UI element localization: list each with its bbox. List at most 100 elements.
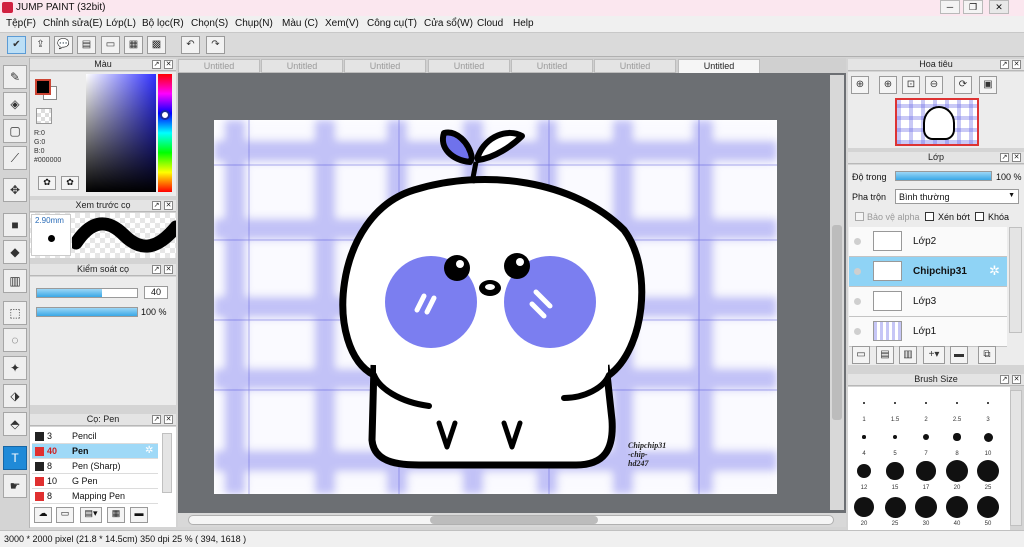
brush-size-slider[interactable] [36,288,138,298]
tab-untitled-3[interactable]: Untitled [344,59,426,73]
layer-row-selected[interactable]: Chipchip31 ✲ [849,257,1007,287]
menu-help[interactable]: Help [513,18,534,29]
menu-select[interactable]: Chọn(S) [191,18,228,29]
brush-size-dot[interactable] [983,432,993,442]
close-icon[interactable]: ✕ [164,265,173,274]
tab-untitled-2[interactable]: Untitled [261,59,343,73]
layer-row[interactable]: Lớp1 [849,317,1007,347]
menu-capture[interactable]: Chụp(N) [235,18,273,29]
undock-icon[interactable]: ↗ [1000,60,1009,69]
brush-item-pen[interactable]: 40 Pen ✲ [32,444,158,459]
brush-size-dot[interactable] [946,460,968,482]
brush-size-dot[interactable] [925,402,927,404]
menu-color[interactable]: Màu (C) [282,18,318,29]
menu-window[interactable]: Cửa sổ(W) [424,18,473,29]
tab-untitled-active[interactable]: Untitled [678,59,760,73]
rotate-icon[interactable]: ⟳ [954,76,972,94]
layer-row[interactable]: Lớp3 [849,287,1007,317]
brush-size-dot[interactable] [886,462,904,480]
fill-rect-tool-icon[interactable]: ■ [3,213,27,237]
transparent-swatch[interactable] [36,108,52,124]
reset-view-icon[interactable]: ▣ [979,76,997,94]
tab-untitled-6[interactable]: Untitled [594,59,676,73]
brush-size-dot[interactable] [892,434,898,440]
gear-icon[interactable]: ✲ [145,445,153,456]
brush-size-dot[interactable] [953,433,961,441]
clipping-checkbox[interactable] [925,212,934,221]
magic-wand-icon[interactable]: ✦ [3,356,27,380]
eraser-tool-icon[interactable]: ◈ [3,92,27,116]
zoom-in-icon[interactable]: ⊕ [851,76,869,94]
brush-size-dot[interactable] [946,496,968,518]
menu-file[interactable]: Tệp(F) [6,18,36,29]
menu-edit[interactable]: Chỉnh sửa(E) [43,18,103,29]
zoom-out-icon[interactable]: ⊖ [925,76,943,94]
zoom-in-2-icon[interactable]: ⊕ [879,76,897,94]
grid-icon[interactable]: ▩ [147,36,166,54]
undock-icon[interactable]: ↗ [1000,375,1009,384]
rect-tool-icon[interactable]: ▢ [3,119,27,143]
brush-size-dot[interactable] [862,435,866,439]
brush-size-dot[interactable] [856,463,872,479]
menu-tools[interactable]: Công cụ(T) [367,18,417,29]
brush-item-mapping-pen[interactable]: 8 Mapping Pen [32,489,158,504]
close-icon[interactable]: ✕ [1012,153,1021,162]
protect-alpha-checkbox[interactable] [855,212,864,221]
cloud-icon[interactable]: ✔ [7,36,26,54]
brush-tool-icon[interactable]: ✎ [3,65,27,89]
add-layer-menu-icon[interactable]: +▾ [923,346,945,364]
close-button[interactable]: ✕ [989,0,1009,14]
brush-settings-icon[interactable]: ▦ [107,507,125,523]
undo-button[interactable]: ↶ [181,36,200,54]
horizontal-scrollbar[interactable] [178,513,846,527]
brush-list-scrollbar[interactable] [162,433,172,493]
brush-item-g-pen[interactable]: 10 G Pen [32,474,158,489]
visibility-icon[interactable] [854,298,861,305]
bucket-tool-icon[interactable]: ◆ [3,240,27,264]
gear-icon[interactable]: ✲ [989,263,1000,279]
select-eraser-icon[interactable]: ⬘ [3,412,27,436]
undock-icon[interactable]: ↗ [152,60,161,69]
menu-view[interactable]: Xem(V) [325,18,359,29]
visibility-icon[interactable] [854,268,861,275]
fit-icon[interactable]: ⊡ [902,76,920,94]
menu-cloud[interactable]: Cloud [477,18,503,29]
brush-size-dot[interactable] [922,433,930,441]
menu-layer[interactable]: Lớp(L) [106,18,136,29]
document-icon[interactable]: ▭ [101,36,120,54]
share-icon[interactable]: ⇪ [31,36,50,54]
tab-untitled-1[interactable]: Untitled [178,59,260,73]
hue-handle[interactable] [160,110,170,120]
undock-icon[interactable]: ↗ [1000,153,1009,162]
brush-item-pen-sharp[interactable]: 8 Pen (Sharp) [32,459,158,474]
close-icon[interactable]: ✕ [1012,60,1021,69]
new-layer-icon[interactable]: ▭ [852,346,870,364]
close-icon[interactable]: ✕ [164,60,173,69]
lock-checkbox[interactable] [975,212,984,221]
undock-icon[interactable]: ↗ [152,415,161,424]
layers-scrollbar[interactable] [1009,227,1022,333]
brush-item-pencil[interactable]: 3 Pencil [32,429,158,444]
tab-untitled-5[interactable]: Untitled [511,59,593,73]
brush-menu-icon[interactable]: ▤▾ [80,507,102,523]
blend-mode-select[interactable]: Bình thường ▼ [895,189,1019,204]
document-canvas[interactable]: Chipchip31 -chip-hd247 [214,120,777,494]
folder-icon[interactable]: ▬ [130,507,148,523]
text-tool-icon[interactable]: T [3,446,27,470]
brush-size-dot[interactable] [884,496,906,518]
select-rect-icon[interactable]: ⬚ [3,301,27,325]
brush-size-dot[interactable] [986,401,990,405]
visibility-icon[interactable] [854,238,861,245]
picker-icon[interactable]: ✿ [61,176,79,190]
duplicate-icon[interactable]: ⧉ [978,346,996,364]
close-icon[interactable]: ✕ [164,415,173,424]
tab-untitled-4[interactable]: Untitled [428,59,510,73]
new-layer-3-icon[interactable]: ▥ [899,346,917,364]
restore-button[interactable]: ❐ [963,0,983,14]
chat-icon[interactable]: ▤ [77,36,96,54]
brush-size-dot[interactable] [916,461,936,481]
move-tool-icon[interactable]: ✥ [3,178,27,202]
brush-size-dot[interactable] [854,497,874,517]
close-icon[interactable]: ✕ [1012,375,1021,384]
visibility-icon[interactable] [854,328,861,335]
